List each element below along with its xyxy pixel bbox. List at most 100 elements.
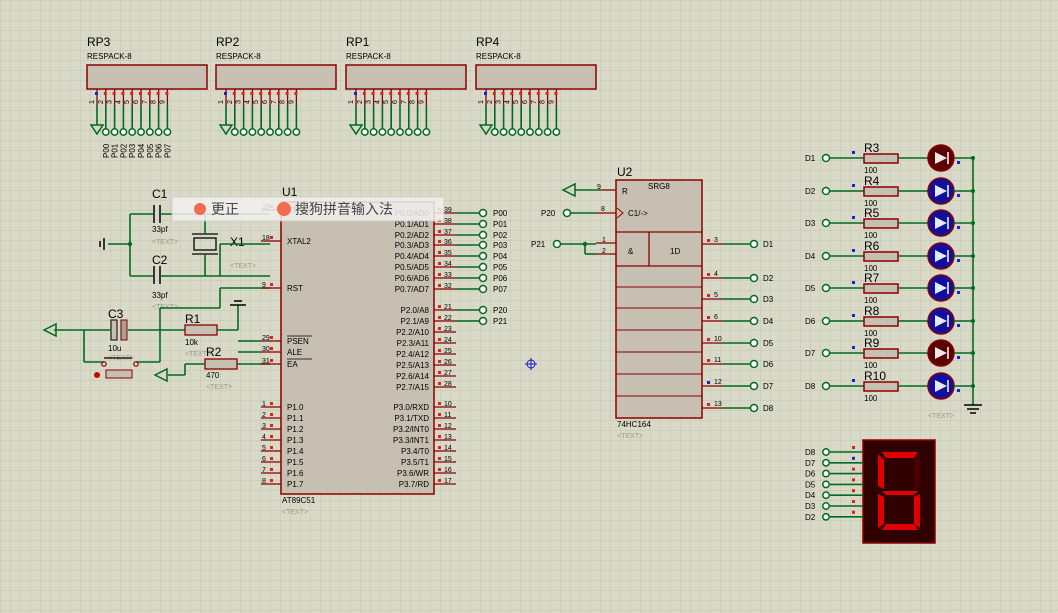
net-terminal[interactable]	[821, 251, 831, 261]
u1-pin-num: 8	[262, 478, 266, 485]
net-terminal[interactable]	[821, 316, 831, 326]
net-terminal[interactable]	[821, 186, 831, 196]
net-terminal[interactable]	[387, 128, 396, 136]
net-terminal[interactable]	[378, 128, 387, 136]
net-terminal[interactable]	[749, 359, 759, 369]
respack-pin-num: 4	[115, 100, 122, 104]
ime-correct-label[interactable]: 更正	[211, 201, 239, 217]
u1-pin-num: 36	[444, 239, 452, 246]
segment-b	[914, 454, 920, 489]
u1-pin-name: P1.2	[287, 425, 304, 434]
net-terminal[interactable]	[478, 273, 488, 283]
net-terminal[interactable]	[478, 316, 488, 326]
net-terminal[interactable]	[508, 128, 517, 136]
net-terminal[interactable]	[145, 128, 154, 136]
net-terminal[interactable]	[478, 208, 488, 218]
net-terminal[interactable]	[478, 230, 488, 240]
led-resistor-body	[863, 153, 899, 164]
u2-in-pin-2: 2	[602, 248, 606, 255]
net-terminal[interactable]	[749, 239, 759, 249]
led-net-label: D7	[805, 349, 816, 358]
segment-g	[882, 491, 918, 495]
net-terminal[interactable]	[163, 128, 172, 136]
net-terminal[interactable]	[749, 338, 759, 348]
net-terminal[interactable]	[266, 128, 274, 136]
seven-seg-net-label: D4	[805, 491, 816, 500]
net-terminal[interactable]	[749, 294, 759, 304]
u1-pin-num: 17	[444, 478, 452, 485]
net-terminal[interactable]	[478, 305, 488, 315]
net-terminal[interactable]	[749, 381, 759, 391]
u2-clock-label: C1/->	[628, 209, 648, 218]
net-terminal[interactable]	[478, 219, 488, 229]
respack-pin-num: 1	[218, 100, 225, 104]
u1-pin-num: 9	[262, 282, 266, 289]
net-terminal[interactable]	[101, 128, 110, 136]
u2-net-label: D3	[763, 295, 774, 304]
net-terminal[interactable]	[822, 448, 830, 456]
schematic-canvas[interactable]: RP3RESPACK-8<TEXT>12P003P014P025P036P047…	[0, 0, 1058, 613]
net-terminal[interactable]	[248, 128, 257, 136]
net-terminal[interactable]	[360, 128, 369, 136]
net-terminal[interactable]	[821, 153, 831, 163]
net-terminal[interactable]	[822, 502, 830, 510]
net-terminal[interactable]	[822, 491, 830, 500]
net-terminal[interactable]	[274, 128, 283, 136]
net-terminal[interactable]	[749, 273, 759, 283]
respack-pin-num: 6	[262, 100, 269, 104]
net-terminal[interactable]	[821, 348, 831, 358]
net-terminal[interactable]	[517, 128, 526, 136]
net-terminal[interactable]	[499, 128, 508, 136]
respack-pin-num: 9	[548, 100, 555, 104]
net-terminal[interactable]	[257, 128, 266, 136]
net-terminal[interactable]	[822, 480, 830, 489]
net-terminal[interactable]	[110, 128, 119, 136]
net-terminal[interactable]	[821, 283, 831, 293]
u1-net-label: P21	[493, 317, 508, 326]
net-terminal[interactable]	[490, 128, 499, 136]
net-terminal[interactable]	[230, 128, 239, 136]
ime-name-label[interactable]: 搜狗拼音输入法	[295, 201, 393, 217]
net-terminal[interactable]	[292, 128, 301, 136]
net-terminal[interactable]	[369, 128, 378, 136]
ime-toolbar[interactable]: 更正 搜狗拼音输入法	[171, 196, 445, 222]
net-terminal[interactable]	[283, 128, 292, 136]
net-terminal[interactable]	[749, 316, 759, 326]
net-terminal[interactable]	[552, 128, 561, 136]
net-terminal[interactable]	[119, 128, 128, 136]
net-terminal[interactable]	[404, 128, 413, 136]
net-terminal[interactable]	[821, 381, 831, 391]
net-terminal[interactable]	[478, 284, 488, 294]
net-terminal[interactable]	[543, 128, 552, 136]
net-terminal[interactable]	[478, 240, 488, 250]
respack-pin-num: 3	[107, 100, 114, 104]
u1-pin-num: 29	[262, 335, 270, 342]
net-terminal[interactable]	[534, 128, 543, 136]
u2-pin-num: 13	[714, 401, 722, 408]
respack-ref: RP1	[346, 35, 370, 49]
net-terminal[interactable]	[526, 128, 534, 136]
u1-pin-name: P1.4	[287, 447, 304, 456]
net-terminal[interactable]	[154, 128, 163, 136]
led-resistor-body	[863, 283, 899, 294]
net-terminal[interactable]	[478, 251, 488, 261]
net-terminal[interactable]	[137, 128, 145, 136]
net-terminal[interactable]	[822, 469, 830, 478]
ime-logo-icon	[194, 203, 206, 215]
u1-pin-name: P1.3	[287, 436, 304, 445]
net-terminal[interactable]	[749, 403, 759, 413]
u1-pin-name: P1.5	[287, 458, 304, 467]
u1-pin-num: 28	[444, 381, 452, 388]
respack-pin-num: 8	[540, 100, 547, 104]
net-terminal[interactable]	[128, 128, 137, 136]
net-terminal[interactable]	[422, 128, 431, 136]
net-terminal[interactable]	[821, 218, 831, 228]
net-terminal[interactable]	[413, 128, 422, 136]
net-terminal[interactable]	[822, 512, 830, 521]
u1-pin-num: 35	[444, 250, 452, 257]
net-terminal[interactable]	[239, 128, 248, 136]
net-terminal[interactable]	[822, 458, 830, 467]
u1-pin-name: P0.2/AD2	[395, 231, 430, 240]
net-terminal[interactable]	[478, 262, 488, 272]
net-terminal[interactable]	[396, 128, 404, 136]
